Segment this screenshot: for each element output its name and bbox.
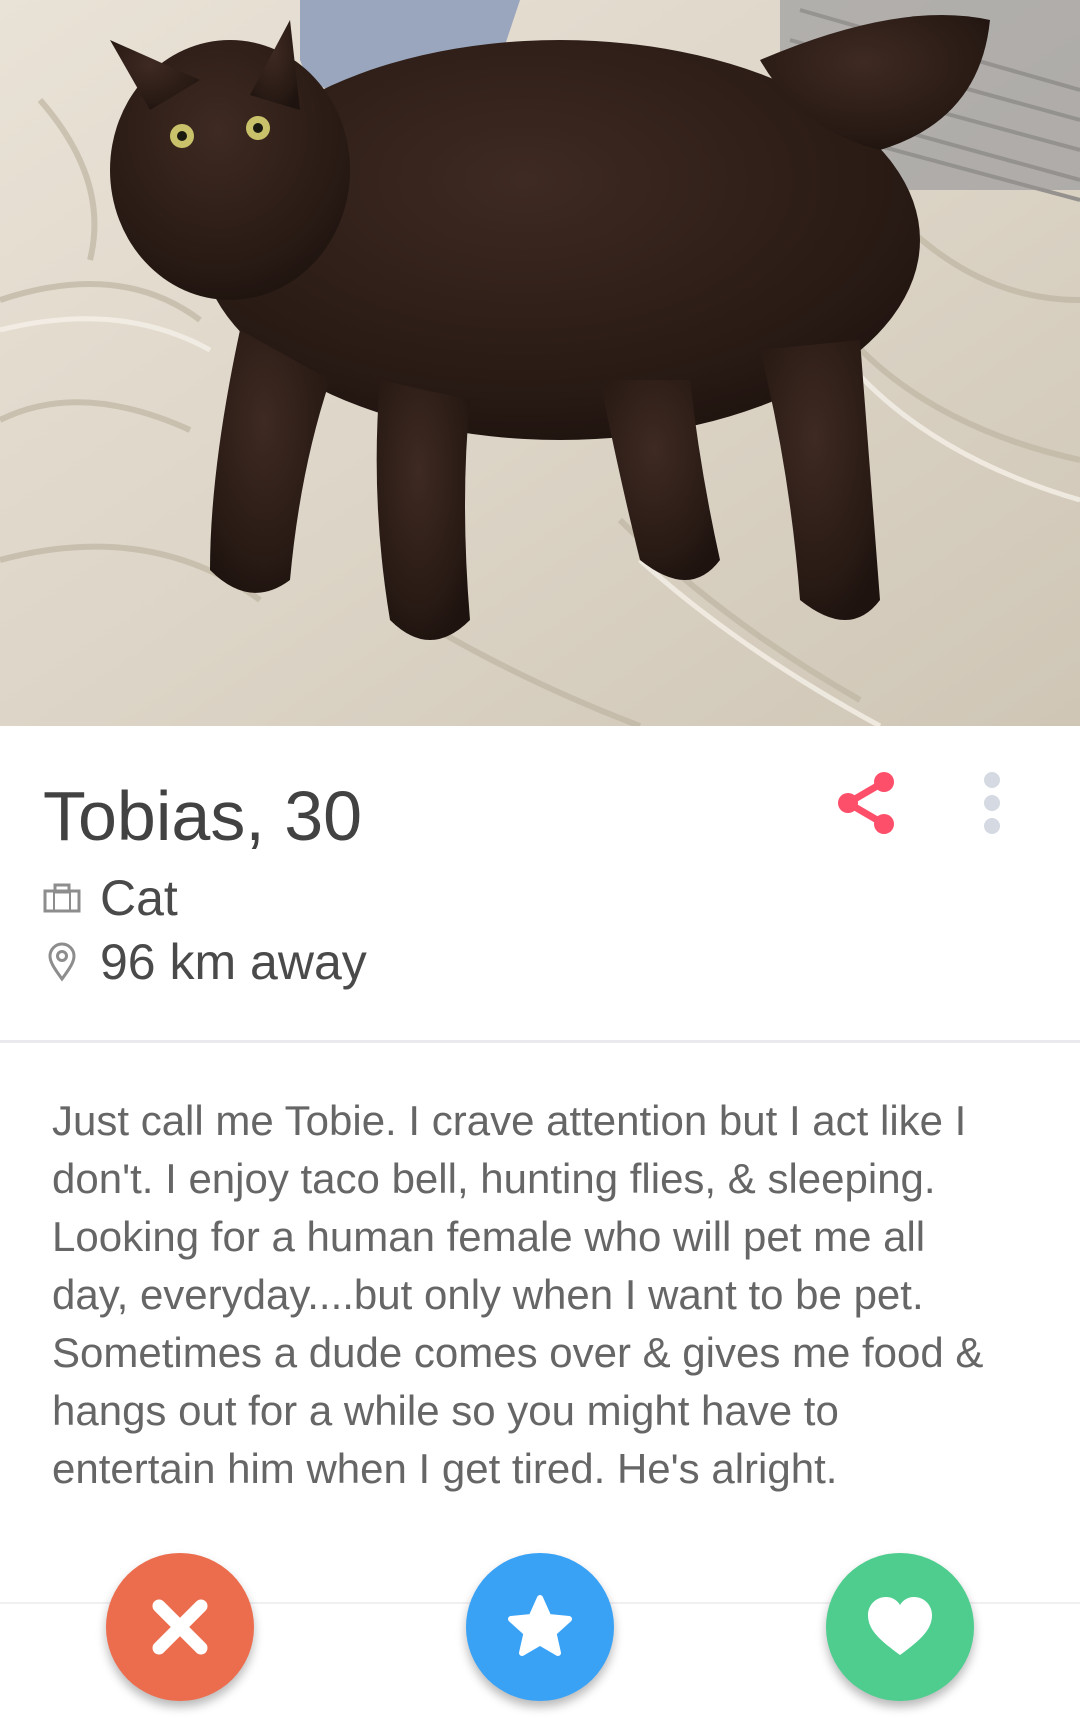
profile-page: Tobias, 30 Cat 96 km away Just call me T… xyxy=(0,0,1080,1730)
close-icon xyxy=(152,1599,208,1655)
heart-icon xyxy=(868,1597,932,1655)
distance-text: 96 km away xyxy=(100,934,367,990)
like-button[interactable] xyxy=(826,1553,974,1701)
briefcase-icon xyxy=(40,876,84,920)
share-button[interactable] xyxy=(832,768,902,838)
job-text: Cat xyxy=(100,870,178,926)
section-divider xyxy=(0,1040,1080,1043)
nope-button[interactable] xyxy=(106,1553,254,1701)
star-icon xyxy=(508,1595,572,1656)
more-options-button[interactable] xyxy=(972,768,1012,838)
cat-photo-image xyxy=(0,0,1080,726)
profile-bio: Just call me Tobie. I crave attention bu… xyxy=(52,1097,984,1492)
more-vertical-icon xyxy=(984,772,1000,834)
profile-name-age: Tobias, 30 xyxy=(43,777,363,855)
distance-row: 96 km away xyxy=(40,934,367,990)
job-row: Cat xyxy=(40,870,178,926)
share-icon xyxy=(838,772,894,834)
profile-photo[interactable] xyxy=(0,0,1080,726)
location-pin-icon xyxy=(40,940,84,984)
super-like-button[interactable] xyxy=(466,1553,614,1701)
